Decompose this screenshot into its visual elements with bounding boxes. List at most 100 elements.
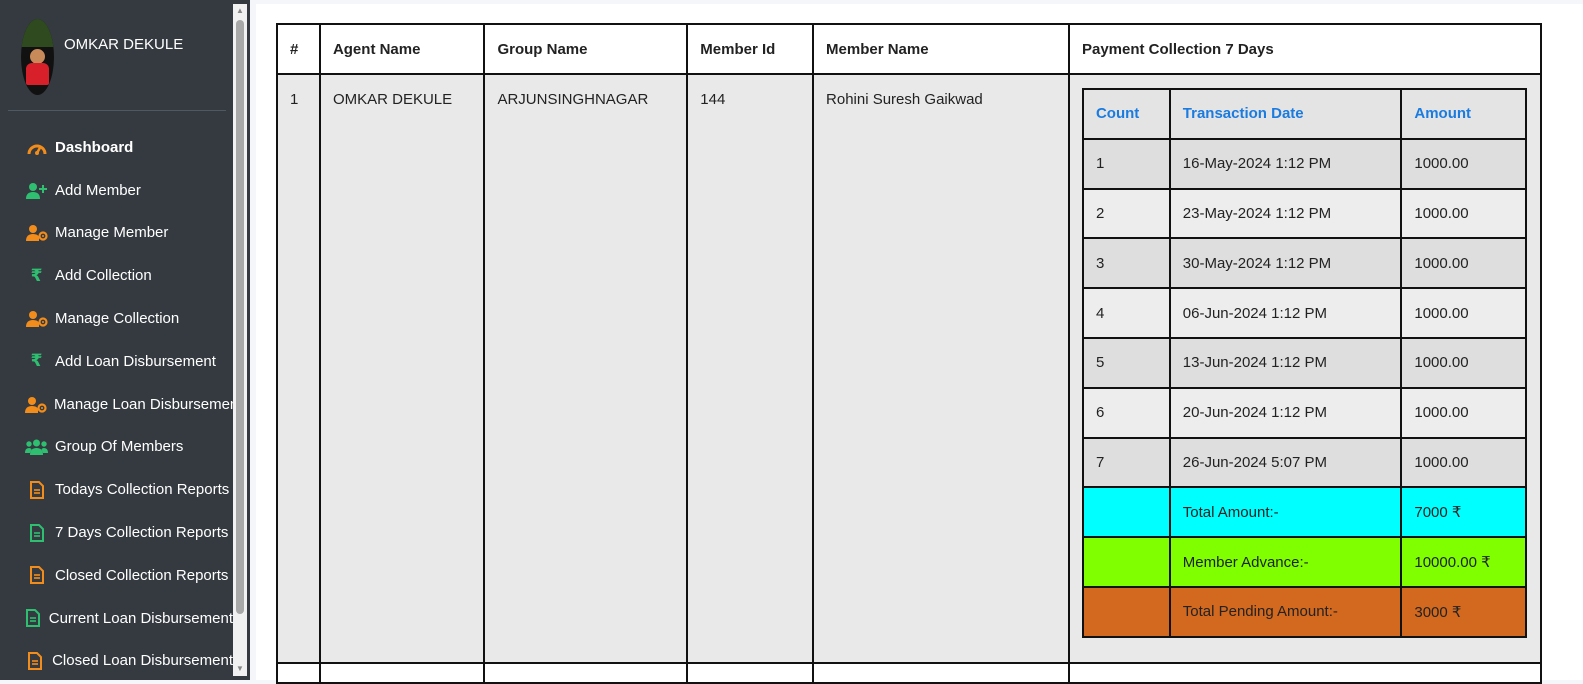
user-plus-icon <box>25 181 48 199</box>
avatar-background <box>21 19 54 47</box>
transaction-row: 3 30-May-2024 1:12 PM 1000.00 <box>1081 237 1527 290</box>
sidebar-item-label: Todays Collection Reports <box>55 481 230 499</box>
total-empty-cell <box>1081 486 1171 539</box>
total-amount-label: Total Amount:- <box>1168 486 1403 539</box>
sidebar-item-closed-collection-reports[interactable]: Closed Collection Reports <box>0 554 233 597</box>
scroll-down-arrow-icon[interactable]: ▼ <box>233 662 247 676</box>
file-icon <box>25 523 48 542</box>
cell-next-empty <box>276 662 321 684</box>
main-content: # Agent Name Group Name Member Id Member… <box>256 4 1583 684</box>
avatar[interactable] <box>21 19 54 95</box>
user-name[interactable]: OMKAR DEKULE <box>64 36 183 53</box>
payment-subtable: Count Transaction Date Amount 1 16-May-2… <box>1081 88 1527 638</box>
user-gear-icon <box>25 395 47 413</box>
file-icon <box>25 651 45 670</box>
table-row-next <box>276 662 1543 684</box>
sidebar: OMKAR DEKULE Dashboard Add Member Manage… <box>0 0 250 680</box>
users-icon <box>25 438 48 456</box>
total-pending-row: Total Pending Amount:- 3000 ₹ <box>1081 585 1527 638</box>
sidebar-item-manage-collection[interactable]: Manage Collection <box>0 297 233 340</box>
total-amount-row: Total Amount:- 7000 ₹ <box>1081 486 1527 539</box>
transaction-amount: 1000.00 <box>1400 436 1527 489</box>
sidebar-item-manage-loan-disbursement[interactable]: Manage Loan Disbursement <box>0 383 233 426</box>
member-advance-value: 10000.00 ₹ <box>1400 536 1527 588</box>
sidebar-item-label: Manage Member <box>55 224 169 242</box>
sidebar-item-label: Add Member <box>55 181 141 199</box>
cell-member-id: 144 <box>686 73 815 664</box>
transaction-amount: 1000.00 <box>1400 137 1527 190</box>
avatar-face <box>30 49 45 64</box>
sidebar-item-add-collection[interactable]: ₹ Add Collection <box>0 254 233 297</box>
transaction-row: 4 06-Jun-2024 1:12 PM 1000.00 <box>1081 287 1527 339</box>
transaction-date: 23-May-2024 1:12 PM <box>1168 187 1403 240</box>
user-panel: OMKAR DEKULE <box>8 8 226 111</box>
sidebar-item-dashboard[interactable]: Dashboard <box>0 126 233 169</box>
transaction-date: 30-May-2024 1:12 PM <box>1168 237 1403 290</box>
sidebar-item-label: Manage Collection <box>55 310 180 328</box>
transaction-date: 16-May-2024 1:12 PM <box>1168 137 1403 190</box>
cell-next-empty <box>686 662 815 684</box>
header-group-name: Group Name <box>483 23 689 75</box>
total-pending-label: Total Pending Amount:- <box>1168 585 1403 638</box>
cell-next-empty <box>318 662 486 684</box>
pending-empty-cell <box>1081 585 1171 638</box>
transaction-date: 26-Jun-2024 5:07 PM <box>1168 436 1403 489</box>
file-icon <box>25 566 48 585</box>
rupee-icon: ₹ <box>30 351 43 371</box>
header-payment-collection: Payment Collection 7 Days <box>1067 23 1543 75</box>
sidebar-item-label: Closed Loan Disbursement <box>52 652 233 670</box>
transaction-row: 1 16-May-2024 1:12 PM 1000.00 <box>1081 137 1527 190</box>
subheader-count: Count <box>1081 88 1171 140</box>
subheader-amount: Amount <box>1400 88 1527 140</box>
cell-member-name: Rohini Suresh Gaikwad <box>812 73 1070 664</box>
cell-next-empty <box>1067 662 1543 684</box>
transaction-row: 7 26-Jun-2024 5:07 PM 1000.00 <box>1081 436 1527 489</box>
collection-table: # Agent Name Group Name Member Id Member… <box>276 23 1543 684</box>
sidebar-item-todays-collection-reports[interactable]: Todays Collection Reports <box>0 468 233 511</box>
transaction-amount: 1000.00 <box>1400 237 1527 290</box>
user-gear-icon <box>25 310 48 328</box>
transaction-count: 7 <box>1081 436 1171 489</box>
subtable-header-row: Count Transaction Date Amount <box>1081 88 1527 140</box>
sidebar-scrollbar[interactable]: ▲ ▼ <box>233 4 247 676</box>
transaction-amount: 1000.00 <box>1400 287 1527 339</box>
header-agent-name: Agent Name <box>318 23 486 75</box>
header-member-id: Member Id <box>686 23 815 75</box>
sidebar-item-7-days-collection-reports[interactable]: 7 Days Collection Reports <box>0 511 233 554</box>
sidebar-item-label: Add Collection <box>55 267 152 285</box>
scrollbar-thumb[interactable] <box>236 20 244 614</box>
sidebar-item-current-loan-disbursement[interactable]: Current Loan Disbursement <box>0 597 233 640</box>
sidebar-item-label: 7 Days Collection Reports <box>55 524 229 542</box>
avatar-body <box>26 63 49 85</box>
sidebar-item-label: Group Of Members <box>55 438 184 456</box>
scroll-up-arrow-icon[interactable]: ▲ <box>233 4 247 18</box>
sidebar-item-group-of-members[interactable]: Group Of Members <box>0 426 233 469</box>
transaction-count: 6 <box>1081 386 1171 439</box>
advance-empty-cell <box>1081 536 1171 588</box>
cell-agent-name: OMKAR DEKULE <box>318 73 486 664</box>
sidebar-item-add-loan-disbursement[interactable]: ₹ Add Loan Disbursement <box>0 340 233 383</box>
gauge-icon <box>25 138 48 156</box>
total-amount-value: 7000 ₹ <box>1400 486 1527 539</box>
file-icon <box>25 480 48 499</box>
transaction-row: 5 13-Jun-2024 1:12 PM 1000.00 <box>1081 336 1527 389</box>
table-row: 1 OMKAR DEKULE ARJUNSINGHNAGAR 144 Rohin… <box>276 73 1543 664</box>
sidebar-item-label: Closed Collection Reports <box>55 566 229 584</box>
cell-next-empty <box>483 662 689 684</box>
user-gear-icon <box>25 224 48 242</box>
sidebar-item-manage-member[interactable]: Manage Member <box>0 212 233 255</box>
transaction-count: 1 <box>1081 137 1171 190</box>
transaction-amount: 1000.00 <box>1400 336 1527 389</box>
sidebar-item-label: Current Loan Disbursement <box>48 609 233 627</box>
transaction-count: 5 <box>1081 336 1171 389</box>
transaction-date: 06-Jun-2024 1:12 PM <box>1168 287 1403 339</box>
transaction-date: 13-Jun-2024 1:12 PM <box>1168 336 1403 389</box>
transaction-count: 4 <box>1081 287 1171 339</box>
cell-next-empty <box>812 662 1070 684</box>
transaction-amount: 1000.00 <box>1400 386 1527 439</box>
sidebar-item-closed-loan-disbursement[interactable]: Closed Loan Disbursement <box>0 640 233 680</box>
transaction-count: 2 <box>1081 187 1171 240</box>
sidebar-inner: OMKAR DEKULE Dashboard Add Member Manage… <box>0 0 233 680</box>
sidebar-item-add-member[interactable]: Add Member <box>0 169 233 212</box>
member-advance-row: Member Advance:- 10000.00 ₹ <box>1081 536 1527 588</box>
